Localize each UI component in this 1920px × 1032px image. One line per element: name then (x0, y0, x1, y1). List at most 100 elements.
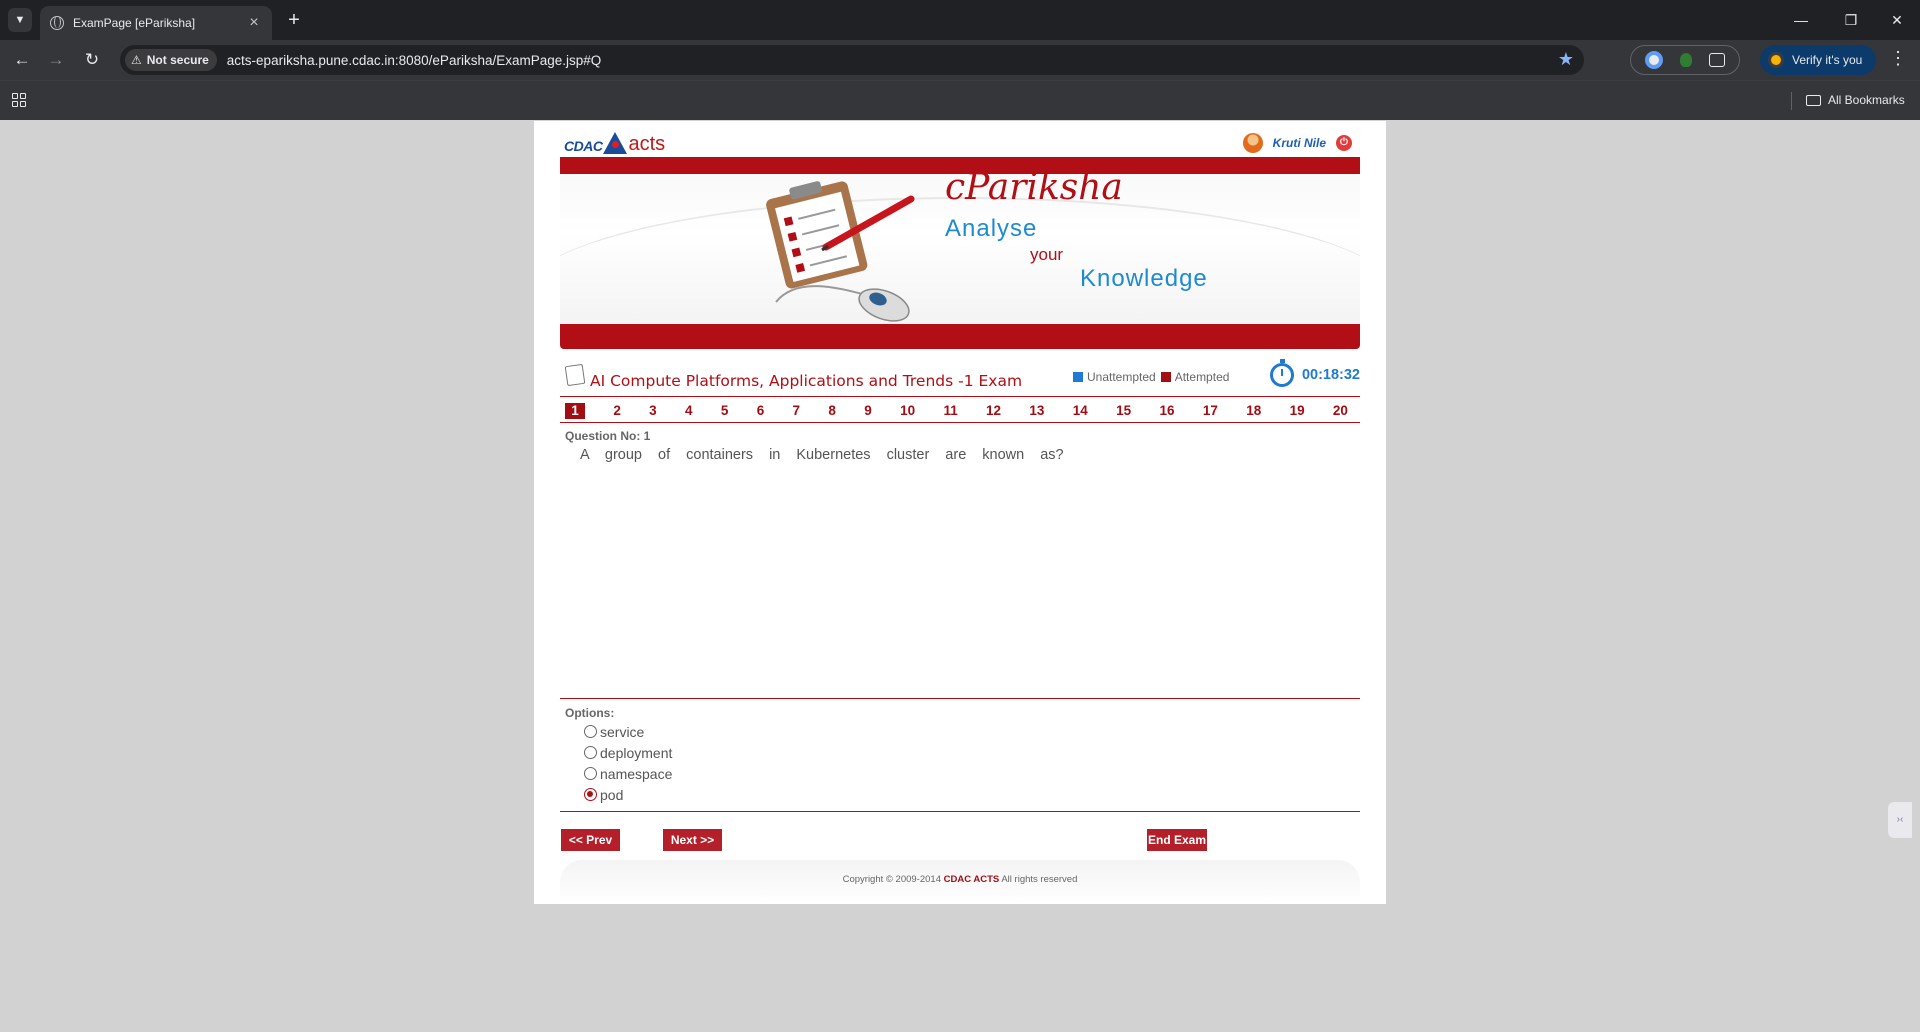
question-link[interactable]: 14 (1073, 403, 1088, 418)
back-arrow-icon[interactable]: ← (10, 48, 34, 72)
tagline-knowledge: Knowledge (1080, 265, 1208, 292)
question-link[interactable]: 16 (1159, 403, 1174, 418)
extension-ring-icon[interactable] (1645, 51, 1664, 69)
close-tab-icon[interactable]: × (246, 14, 262, 32)
exam-timer: 00:18:32 (1269, 359, 1360, 387)
address-bar[interactable]: ⚠ Not secure acts-epariksha.pune.cdac.in… (120, 45, 1584, 75)
divider (560, 811, 1360, 812)
reload-icon[interactable]: ↻ (80, 48, 104, 72)
profile-icon (1768, 52, 1784, 68)
question-link[interactable]: 13 (1029, 403, 1044, 418)
question-link[interactable]: 19 (1290, 403, 1305, 418)
extensions-puzzle-icon[interactable] (1708, 53, 1725, 67)
copyright-line: Copyright © 2009-2014 CDAC ACTS All righ… (560, 874, 1360, 885)
exam-page: CDAC acts Kruti Nile ⏻ cPariksha Analyse… (534, 121, 1386, 904)
window-close-icon[interactable]: ✕ (1882, 8, 1912, 32)
notepad-icon (564, 363, 586, 387)
restore-icon[interactable]: ❐ (1836, 8, 1866, 32)
question-link[interactable]: 10 (900, 403, 915, 418)
minimize-icon[interactable]: — (1786, 8, 1816, 32)
status-legend: Unattempted Attempted (1073, 370, 1229, 384)
user-avatar-icon (1242, 133, 1263, 153)
user-name: Kruti Nile (1272, 136, 1326, 150)
option-label: deployment (600, 744, 673, 761)
extension-leaf-icon[interactable] (1679, 53, 1692, 67)
all-bookmarks-button[interactable]: All Bookmarks (1806, 93, 1905, 107)
divider (560, 698, 1360, 699)
bookmarks-divider (1791, 92, 1792, 110)
tab-search-button[interactable]: ▼ (8, 8, 32, 32)
option-item[interactable]: namespace (584, 763, 672, 784)
legend-attempted: Attempted (1174, 370, 1230, 384)
warning-icon: ⚠ (131, 53, 142, 67)
logo-cdac-text: CDAC (564, 138, 603, 154)
folder-icon (1806, 94, 1821, 106)
question-link[interactable]: 6 (757, 403, 765, 418)
option-label: service (600, 723, 645, 740)
tagline-analyse: Analyse (945, 215, 1038, 242)
question-link[interactable]: 17 (1203, 403, 1218, 418)
copyright-text: Copyright © 2009-2014 (842, 874, 941, 885)
brand-title: cPariksha (945, 167, 1123, 208)
copyright-rights: All rights reserved (1001, 874, 1078, 885)
option-item[interactable]: deployment (584, 742, 672, 763)
radio-button[interactable] (584, 788, 597, 801)
bookmarks-bar: All Bookmarks (0, 80, 1920, 120)
new-tab-button[interactable]: + (282, 8, 306, 32)
globe-icon (50, 16, 64, 30)
question-link[interactable]: 4 (685, 403, 693, 418)
url-text[interactable]: acts-epariksha.pune.cdac.in:8080/ePariks… (227, 53, 601, 68)
legend-unattempted: Unattempted (1087, 370, 1156, 384)
copyright-org: CDAC ACTS (943, 874, 1000, 885)
forward-arrow-icon[interactable]: → (44, 48, 68, 72)
side-panel-toggle-icon[interactable]: ›‹ (1888, 802, 1912, 838)
verify-profile-button[interactable]: Verify it's you (1760, 45, 1876, 75)
menu-kebab-icon[interactable]: ⋮ (1888, 48, 1908, 69)
question-link[interactable]: 20 (1333, 403, 1348, 418)
tagline-your: your (1030, 245, 1064, 264)
all-bookmarks-label: All Bookmarks (1828, 93, 1905, 107)
radio-button[interactable] (584, 767, 597, 780)
prev-button[interactable]: << Prev (561, 829, 620, 851)
question-link[interactable]: 7 (793, 403, 801, 418)
timer-text: 00:18:32 (1301, 367, 1360, 383)
user-area: Kruti Nile ⏻ (1242, 133, 1352, 153)
radio-button[interactable] (584, 725, 597, 738)
next-button[interactable]: Next >> (663, 829, 722, 851)
security-chip[interactable]: ⚠ Not secure (125, 49, 217, 71)
security-label: Not secure (146, 53, 209, 67)
radio-button[interactable] (584, 746, 597, 759)
stopwatch-icon (1269, 359, 1294, 387)
exam-title-bar: AI Compute Platforms, Applications and T… (560, 359, 1360, 397)
exam-title: AI Compute Platforms, Applications and T… (590, 372, 1023, 390)
unattempted-swatch (1073, 372, 1083, 382)
logout-power-icon[interactable]: ⏻ (1336, 135, 1352, 151)
extensions-group (1630, 45, 1740, 75)
page-footer: Copyright © 2009-2014 CDAC ACTS All righ… (560, 860, 1360, 904)
browser-toolbar: ← → ↻ ⚠ Not secure acts-epariksha.pune.c… (0, 40, 1920, 80)
option-item[interactable]: service (584, 721, 672, 742)
question-link[interactable]: 15 (1116, 403, 1131, 418)
bookmark-star-icon[interactable]: ★ (1558, 49, 1574, 70)
question-link[interactable]: 11 (943, 403, 957, 418)
option-item[interactable]: pod (584, 784, 672, 805)
site-header: CDAC acts Kruti Nile ⏻ (560, 121, 1360, 157)
end-exam-button[interactable]: End Exam (1147, 829, 1207, 851)
question-number-label: Question No: 1 (565, 429, 651, 443)
question-link[interactable]: 12 (986, 403, 1001, 418)
logo-triangle-icon (603, 132, 628, 154)
question-link[interactable]: 18 (1246, 403, 1261, 418)
question-link[interactable]: 3 (649, 403, 657, 418)
question-link[interactable]: 2 (613, 403, 621, 418)
apps-grid-icon[interactable] (12, 93, 26, 107)
question-link[interactable]: 1 (565, 402, 585, 419)
chevron-down-icon: ▼ (14, 14, 26, 26)
cdac-acts-logo: CDAC acts (564, 126, 665, 154)
options-label: Options: (565, 706, 615, 720)
question-link[interactable]: 9 (864, 403, 872, 418)
option-label: pod (600, 786, 624, 803)
question-link[interactable]: 5 (721, 403, 729, 418)
active-tab[interactable]: ExamPage [ePariksha] × (40, 6, 272, 40)
verify-label: Verify it's you (1792, 53, 1863, 67)
question-link[interactable]: 8 (828, 403, 836, 418)
